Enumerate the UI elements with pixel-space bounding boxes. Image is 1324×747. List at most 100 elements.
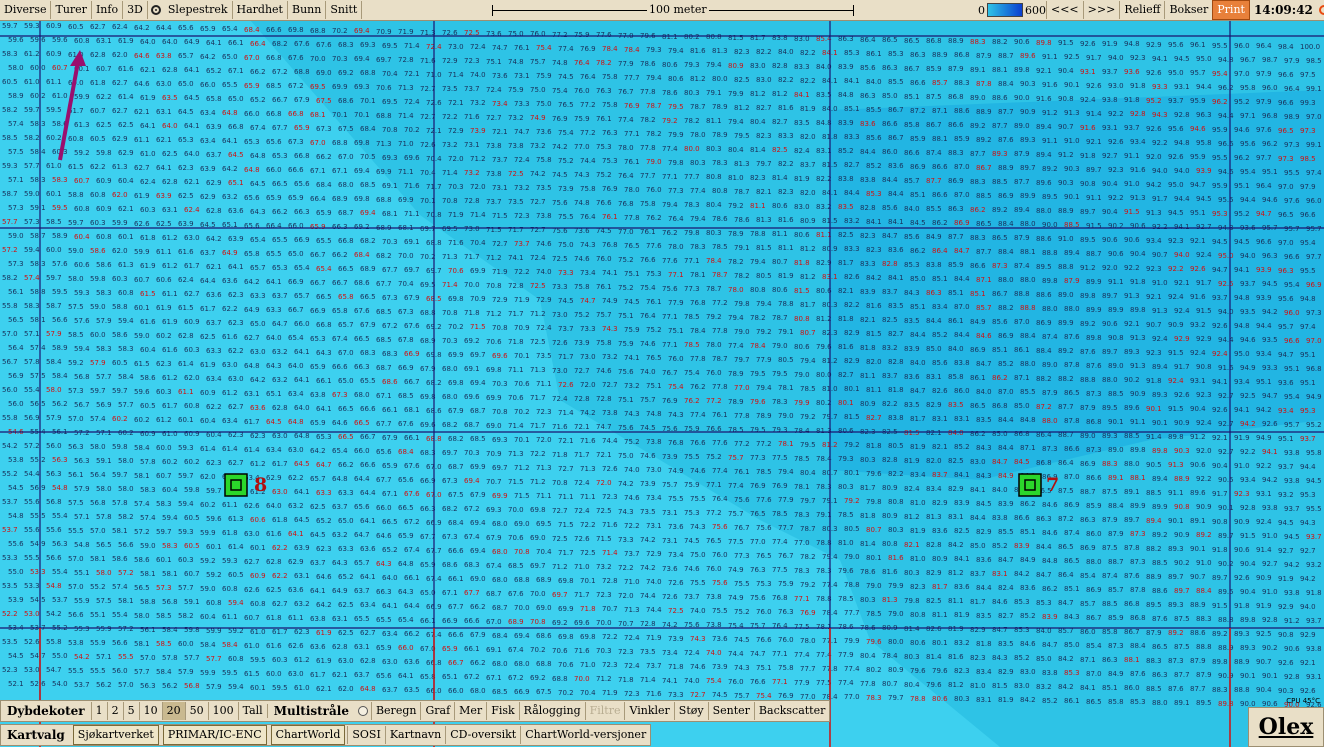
multibeam-fisk[interactable]: Fisk [486, 702, 518, 720]
depth-sounding: 62.3 [206, 459, 222, 467]
multibeam-backscatter[interactable]: Backscatter [753, 702, 829, 720]
depth-sounding: 78.3 [684, 201, 700, 209]
depth-sounding: 78.5 [772, 510, 788, 518]
depth-sounding: 91.8 [1146, 377, 1162, 385]
depth-sounding: 86.1 [948, 317, 964, 325]
depth-sounding: 87.2 [1058, 515, 1074, 523]
depth-sounding: 72.5 [552, 255, 568, 263]
depth-option-5[interactable]: 5 [122, 702, 139, 720]
bathymetry-map[interactable]: 59.7 59.3 60.9 60.5 62.7 62.4 64.2 64.4 65.6 65.9… [0, 0, 1324, 747]
depth-option-tall[interactable]: Tall [237, 702, 267, 720]
depth-sounding: 89.8 [1036, 39, 1052, 47]
depth-sounding: 63.3 [266, 306, 282, 314]
depth-sounding: 62.1 [156, 136, 172, 144]
menu-slepestrek[interactable]: Slepestrek [164, 1, 233, 19]
depth-sounding: 94.0 [1240, 252, 1256, 260]
multibeam-vinkler[interactable]: Vinkler [624, 702, 673, 720]
depth-sounding: 73.5 [536, 184, 552, 192]
depth-sounding: 75.3 [596, 143, 612, 151]
chart-sjokartverket[interactable]: Sjøkartverket [72, 725, 159, 745]
depth-sounding: 85.1 [1064, 585, 1080, 593]
depth-sounding: 56.6 [112, 639, 128, 647]
depth-sounding: 58.8 [30, 288, 46, 296]
depth-option-100[interactable]: 100 [207, 702, 238, 720]
depth-sounding: 62.5 [96, 121, 112, 129]
depth-sounding: 77.6 [596, 31, 612, 39]
depth-sounding: 88.5 [1152, 559, 1168, 567]
depth-sounding: 68.4 [448, 519, 464, 527]
depth-sounding: 93.4 [1240, 476, 1256, 484]
depth-sounding: 84.3 [976, 444, 992, 452]
chart-kartnavn[interactable]: Kartnavn [384, 726, 445, 744]
chart-chartworld-versjoner[interactable]: ChartWorld-versjoner [520, 726, 650, 744]
depth-option-20[interactable]: 20 [161, 702, 185, 720]
depth-sounding: 67.3 [442, 477, 458, 485]
depth-sounding: 96.3 [1196, 111, 1212, 119]
depth-sounding: 98.5 [1300, 155, 1316, 163]
depth-sounding: 74.0 [646, 578, 662, 586]
chart-cd-oversikt[interactable]: CD-oversikt [445, 726, 520, 744]
depth-option-50[interactable]: 50 [184, 702, 208, 720]
depth-sounding: 63.5 [162, 94, 178, 102]
print-button[interactable]: Print [1212, 0, 1250, 20]
depth-sounding: 56.8 [162, 598, 178, 606]
map-canvas[interactable]: 59.7 59.3 60.9 60.5 62.7 62.4 64.2 64.4 65.6 65.9… [0, 0, 1324, 747]
depth-sounding: 82.9 [948, 485, 964, 493]
depth-sounding: 60.3 [272, 656, 288, 664]
depth-option-1[interactable]: 1 [90, 702, 107, 720]
depth-option-10[interactable]: 10 [138, 702, 162, 720]
multibeam-graf[interactable]: Graf [420, 702, 454, 720]
depth-sounding: 69.7 [404, 266, 420, 274]
depth-sounding: 58.3 [52, 176, 68, 184]
depth-sounding: 73.6 [662, 565, 678, 573]
depth-sounding: 70.6 [376, 84, 392, 92]
depth-sounding: 73.6 [536, 128, 552, 136]
chart-primar[interactable]: PRIMAR/IC-ENC [162, 725, 267, 745]
menu-bunn[interactable]: Bunn [288, 1, 327, 19]
depth-sounding: 88.1 [1124, 656, 1140, 664]
multibeam-radio-icon[interactable] [357, 706, 368, 716]
menu-3d[interactable]: 3D [123, 1, 148, 19]
olex-logo[interactable]: Olex [1248, 707, 1324, 747]
depth-sounding: 77.6 [662, 257, 678, 265]
depth-sounding: 65.9 [288, 194, 304, 202]
depth-sounding: 74.3 [602, 325, 618, 333]
multibeam-senter[interactable]: Senter [707, 702, 754, 720]
menu-info[interactable]: Info [92, 1, 124, 19]
depth-sounding: 94.2 [1300, 575, 1316, 583]
menu-turer[interactable]: Turer [51, 1, 92, 19]
target-icon[interactable] [150, 5, 161, 15]
multibeam-filtre[interactable]: Filtre [584, 702, 625, 720]
depth-option-2[interactable]: 2 [106, 702, 123, 720]
multibeam-stoy[interactable]: Støy [673, 702, 708, 720]
depth-sounding: 95.2 [1146, 97, 1162, 105]
depth-sounding: 70.8 [442, 309, 458, 317]
depth-sounding: 84.4 [998, 444, 1014, 452]
nav-back-button[interactable]: <<< [1046, 1, 1083, 19]
depth-sounding: 71.8 [580, 605, 596, 613]
menu-diverse[interactable]: Diverse [0, 1, 52, 19]
multibeam-ralogging[interactable]: Rålogging [518, 702, 585, 720]
menu-hardhet[interactable]: Hardhet [233, 1, 288, 19]
depth-sounding: 97.9 [1256, 70, 1272, 78]
depth-sounding: 85.1 [1102, 684, 1118, 692]
depth-sounding: 95.1 [1234, 182, 1250, 190]
chart-chartworld[interactable]: ChartWorld [270, 725, 346, 745]
nav-forward-button[interactable]: >>> [1082, 1, 1120, 19]
depth-sounding: 76.3 [778, 608, 794, 616]
depth-sounding: 89.4 [1152, 475, 1168, 483]
depth-sounding: 88.6 [1036, 291, 1052, 299]
depth-sounding: 53.5 [2, 582, 18, 590]
depth-sounding: 58.0 [134, 612, 150, 620]
multibeam-mer[interactable]: Mer [454, 702, 486, 720]
relief-button[interactable]: Relieff [1119, 1, 1164, 19]
depth-sounding: 82.1 [756, 188, 772, 196]
multibeam-beregn[interactable]: Beregn [370, 702, 421, 720]
chart-sosi[interactable]: SOSI [347, 726, 384, 744]
sun-icon[interactable] [1318, 5, 1324, 15]
bokser-button[interactable]: Bokser [1164, 1, 1212, 19]
menu-snitt[interactable]: Snitt [326, 1, 363, 19]
depth-sounding: 81.6 [888, 554, 904, 562]
depth-sounding: 70.0 [514, 604, 530, 612]
depth-sounding: 91.2 [1042, 109, 1058, 117]
